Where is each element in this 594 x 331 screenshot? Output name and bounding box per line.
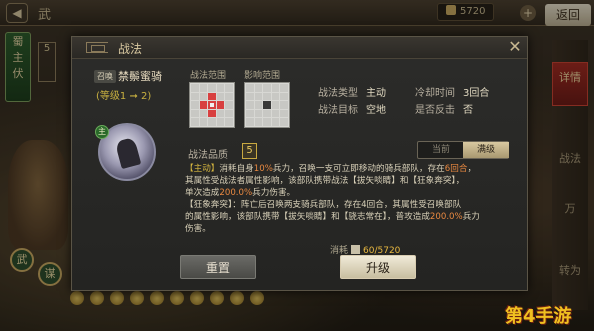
- counter-label: 是否反击: [415, 105, 455, 116]
- target-value: 空地: [366, 105, 386, 116]
- reset-button[interactable]: 重置: [180, 255, 256, 279]
- quality-label: 战法品质: [188, 150, 228, 161]
- range-label: 战法范围: [190, 71, 227, 81]
- cooldown-row: 冷却时间 3回合: [415, 84, 489, 99]
- cooldown-value: 3回合: [463, 88, 490, 99]
- desc-line: 伤害。: [185, 224, 211, 234]
- counter-row: 是否反击否: [415, 101, 473, 116]
- effect-range-label: 影响范围: [244, 71, 281, 81]
- toggle-max[interactable]: 满级: [463, 142, 509, 158]
- desc-line: 其属性受战法者属性影响，该部队携带战法【拔矢啖睛】和【狂象奔突】，: [185, 176, 465, 186]
- cooldown-label: 冷却时间: [415, 88, 455, 99]
- dialog-header: 战法 ✕: [72, 37, 527, 59]
- desc-line: 的属性影响，该部队携带【拔矢啖睛】和【骁志常在】，普攻造成200.0%兵力: [185, 212, 480, 222]
- tactic-tag: 召唤: [94, 70, 116, 83]
- type-value: 主动: [366, 88, 386, 99]
- close-icon[interactable]: ✕: [506, 38, 524, 56]
- desc-line: 单次造成200.0%兵力伤害。: [185, 188, 296, 198]
- level-text: (等级1 ➞ 2): [96, 91, 152, 102]
- level-toggle[interactable]: 当前 满级: [417, 141, 509, 159]
- desc-line: 【狂象奔突】：阵亡后召唤两支骑兵部队，存在4回合，其属性受召唤部队: [185, 200, 462, 210]
- tactic-range-grid: [189, 82, 235, 128]
- portrait-badge: 主: [95, 125, 109, 139]
- toggle-current[interactable]: 当前: [418, 142, 464, 158]
- type-label: 战法类型: [318, 88, 358, 99]
- desc-line: 【主动】消耗自身10%兵力，召唤一支可立即移动的骑兵部队，存在6回合，: [185, 164, 477, 174]
- type-row: 战法类型 主动: [318, 84, 386, 99]
- quality-badge: 5: [242, 143, 257, 159]
- watermark-logo: 第4手游: [505, 306, 572, 327]
- rider-figure: [114, 136, 142, 170]
- tactic-description: 【主动】消耗自身10%兵力，召唤一支可立即移动的骑兵部队，存在6回合， 其属性受…: [185, 163, 513, 237]
- tactic-name: 禁鬃蜜骑: [118, 70, 162, 83]
- dialog-title: 战法: [118, 42, 143, 56]
- cost-icon: [351, 245, 361, 254]
- counter-value: 否: [463, 105, 473, 116]
- tactic-dialog: 战法 ✕ 召唤 禁鬃蜜骑 (等级1 ➞ 2) 主 战法范围 影响范围 战法类型主…: [71, 36, 528, 291]
- target-label: 战法目标: [318, 105, 358, 116]
- upgrade-button[interactable]: 升级: [340, 255, 416, 279]
- ornament-icon: [86, 42, 108, 53]
- effect-range-grid: [244, 82, 290, 128]
- target-row: 战法目标 空地: [318, 101, 386, 116]
